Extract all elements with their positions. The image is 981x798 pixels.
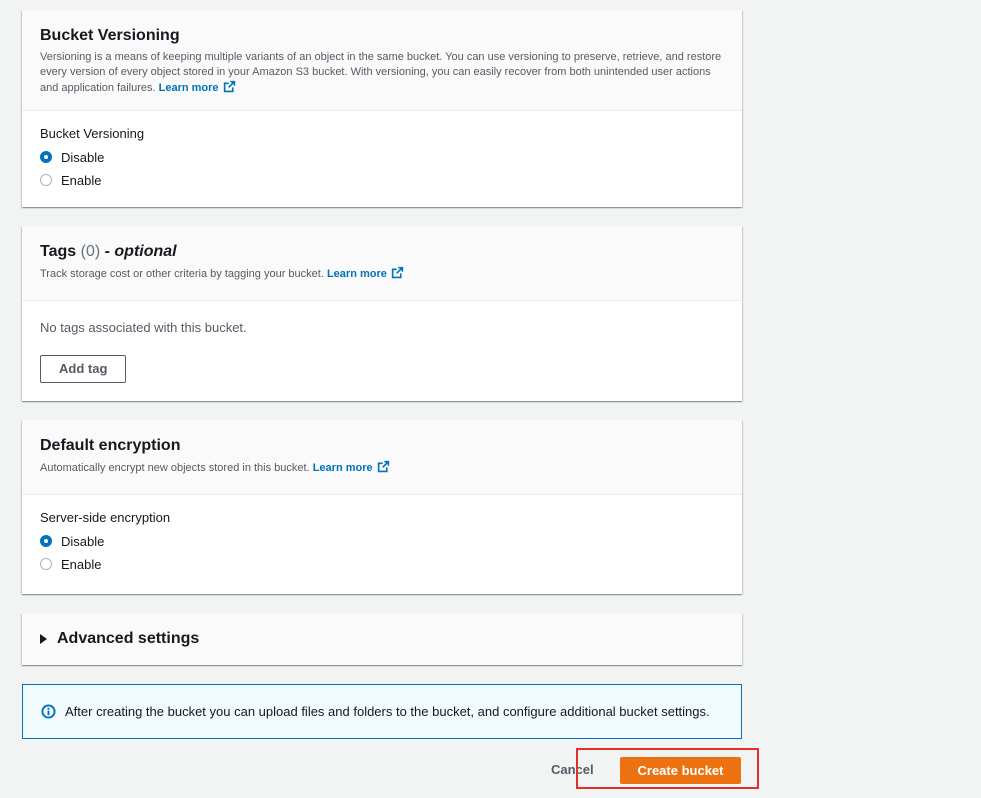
tags-header: Tags (0) - optional Track storage cost o… xyxy=(22,226,742,301)
encryption-option-enable[interactable]: Enable xyxy=(40,555,724,573)
caret-right-icon[interactable] xyxy=(40,634,47,644)
versioning-description: Versioning is a means of keeping multipl… xyxy=(40,50,724,98)
versioning-learn-more-link[interactable]: Learn more xyxy=(159,82,219,94)
encryption-learn-more-link[interactable]: Learn more xyxy=(313,462,373,474)
versioning-field-label: Bucket Versioning xyxy=(40,126,145,141)
tags-body: No tags associated with this bucket. Add… xyxy=(22,301,742,401)
versioning-title: Bucket Versioning xyxy=(40,27,180,44)
advanced-settings-title: Advanced settings xyxy=(57,630,200,647)
info-text: After creating the bucket you can upload… xyxy=(65,704,710,719)
encryption-field-label: Server-side encryption xyxy=(40,510,171,525)
encryption-body: Server-side encryption Disable Enable xyxy=(22,495,742,591)
tags-count: (0) xyxy=(80,243,101,260)
versioning-option-label: Enable xyxy=(61,172,102,188)
encryption-option-label: Disable xyxy=(61,533,105,549)
external-link-icon[interactable] xyxy=(391,266,404,284)
versioning-body: Bucket Versioning Disable Enable xyxy=(22,111,742,207)
radio-checked-icon[interactable] xyxy=(40,151,52,163)
add-tag-button[interactable]: Add tag xyxy=(40,355,127,383)
tags-empty-text: No tags associated with this bucket. xyxy=(40,320,247,335)
encryption-description: Automatically encrypt new objects stored… xyxy=(40,460,724,478)
versioning-header: Bucket Versioning Versioning is a means … xyxy=(22,10,742,111)
encryption-header: Default encryption Automatically encrypt… xyxy=(22,420,742,495)
encryption-title: Default encryption xyxy=(40,437,181,454)
versioning-panel: Bucket Versioning Versioning is a means … xyxy=(22,10,742,207)
radio-checked-icon[interactable] xyxy=(40,535,52,547)
cancel-button[interactable]: Cancel xyxy=(551,761,594,779)
encryption-description-text: Automatically encrypt new objects stored… xyxy=(40,462,310,474)
external-link-icon[interactable] xyxy=(377,460,390,478)
radio-unchecked-icon[interactable] xyxy=(40,558,52,570)
tags-description-text: Track storage cost or other criteria by … xyxy=(40,268,324,280)
tags-description: Track storage cost or other criteria by … xyxy=(40,266,724,284)
advanced-settings-panel[interactable]: Advanced settings xyxy=(22,613,742,665)
create-bucket-button[interactable]: Create bucket xyxy=(620,757,741,784)
encryption-option-disable[interactable]: Disable xyxy=(40,532,724,550)
tags-optional-label: - optional xyxy=(104,243,177,260)
info-icon xyxy=(41,704,56,719)
encryption-panel: Default encryption Automatically encrypt… xyxy=(22,420,742,594)
external-link-icon[interactable] xyxy=(223,80,236,98)
versioning-option-enable[interactable]: Enable xyxy=(40,171,724,189)
info-alert: After creating the bucket you can upload… xyxy=(22,684,742,739)
versioning-option-label: Disable xyxy=(61,149,105,165)
advanced-settings-toggle[interactable]: Advanced settings xyxy=(40,630,724,648)
radio-unchecked-icon[interactable] xyxy=(40,174,52,186)
tags-learn-more-link[interactable]: Learn more xyxy=(327,268,387,280)
versioning-option-disable[interactable]: Disable xyxy=(40,148,724,166)
tags-panel: Tags (0) - optional Track storage cost o… xyxy=(22,226,742,401)
encryption-option-label: Enable xyxy=(61,556,102,572)
tags-title-text: Tags xyxy=(40,243,77,260)
versioning-description-text: Versioning is a means of keeping multipl… xyxy=(40,51,722,94)
tags-title: Tags (0) - optional xyxy=(40,242,724,262)
